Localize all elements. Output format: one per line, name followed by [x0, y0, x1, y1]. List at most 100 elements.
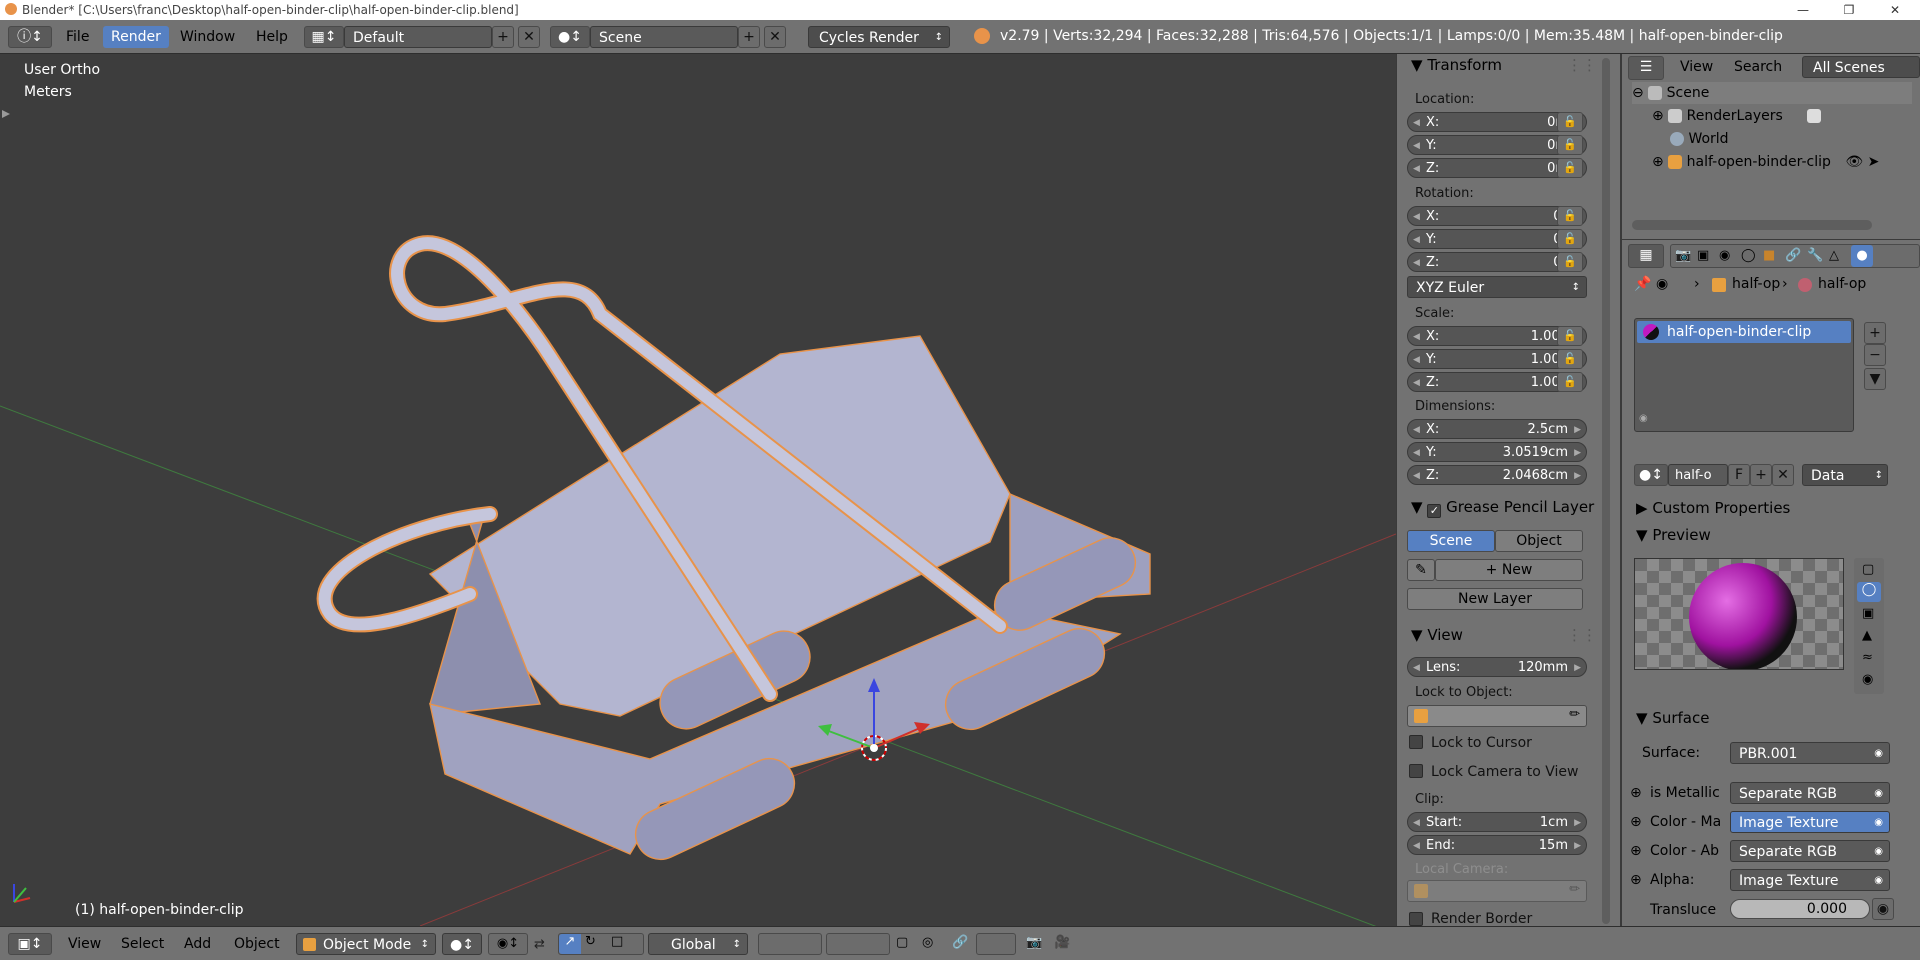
- preview-plane-icon[interactable]: ▢: [1862, 562, 1874, 577]
- scene-field[interactable]: Scene: [590, 26, 738, 48]
- input-alpha-select[interactable]: Image Texture ◉: [1730, 869, 1890, 891]
- screen-layout-icon[interactable]: ▦↕: [304, 26, 344, 48]
- translucent-link-icon[interactable]: ◉: [1872, 898, 1894, 920]
- dimensions-z-field[interactable]: ◀ Z: 2.0468cm ▶: [1407, 465, 1587, 485]
- opengl-render-icon[interactable]: 📷: [1026, 935, 1042, 950]
- pin-icon[interactable]: 📌: [1634, 276, 1651, 292]
- constraints-tab-icon[interactable]: 🔗: [1785, 248, 1801, 263]
- remove-screen-icon[interactable]: ✕: [518, 26, 540, 48]
- render-tab-icon[interactable]: 📷: [1675, 248, 1691, 263]
- add-material-slot-icon[interactable]: +: [1864, 322, 1886, 344]
- material-slot-list[interactable]: half-open-binder-clip ◉: [1634, 318, 1854, 432]
- properties-context-tabs[interactable]: 📷 ▣ ◉ ◯ ■ 🔗 🔧 △ ●: [1670, 244, 1920, 268]
- viewport-shading-select[interactable]: ●↕: [442, 933, 482, 955]
- grease-pencil-panel-header[interactable]: ▼ ✓ Grease Pencil Layer: [1411, 496, 1601, 518]
- proportional-edit-icon[interactable]: ◎: [922, 935, 933, 950]
- data-tab-icon[interactable]: △: [1829, 248, 1839, 263]
- menu-help[interactable]: Help: [248, 26, 296, 48]
- lock-object-field[interactable]: ✏: [1407, 705, 1587, 727]
- preview-sky-icon[interactable]: ◉: [1862, 672, 1873, 687]
- lock-camera-checkbox[interactable]: [1409, 764, 1423, 778]
- layer-buttons-group-1[interactable]: [758, 933, 822, 955]
- world-tab-icon[interactable]: ◯: [1741, 248, 1756, 263]
- snap-toggle-icon[interactable]: 🔗: [952, 935, 968, 950]
- remove-material-slot-icon[interactable]: −: [1864, 344, 1886, 366]
- menu-add[interactable]: Add: [176, 933, 219, 955]
- lens-field[interactable]: ◀ Lens: 120mm ▶: [1407, 657, 1587, 677]
- opengl-animation-icon[interactable]: 🎥: [1054, 935, 1070, 950]
- preview-header[interactable]: ▼ Preview: [1636, 524, 1912, 546]
- clip-start-field[interactable]: ◀ Start: 1cm ▶: [1407, 812, 1587, 832]
- visibility-eye-icon[interactable]: 👁: [1845, 154, 1863, 170]
- clip-end-field[interactable]: ◀ End: 15m ▶: [1407, 835, 1587, 855]
- lock-location-y-icon[interactable]: 🔓: [1557, 135, 1583, 155]
- toolshelf-toggle-icon[interactable]: [2, 110, 10, 118]
- grease-pencil-enable-checkbox[interactable]: ✓: [1427, 504, 1442, 518]
- gp-scene-button[interactable]: Scene: [1407, 530, 1495, 552]
- render-engine-select[interactable]: Cycles Render ↕: [808, 26, 950, 48]
- rotate-manipulator-icon[interactable]: ↻: [585, 934, 596, 949]
- preview-hair-icon[interactable]: ≈: [1862, 650, 1873, 665]
- preview-cube-icon[interactable]: ▣: [1862, 606, 1874, 621]
- menu-window[interactable]: Window: [172, 26, 243, 48]
- dimensions-x-field[interactable]: ◀ X: 2.5cm ▶: [1407, 419, 1587, 439]
- mode-select[interactable]: Object Mode ↕: [296, 933, 436, 955]
- resize-grip-icon[interactable]: ◉: [1639, 413, 1648, 424]
- remove-scene-icon[interactable]: ✕: [764, 26, 786, 48]
- editor-type-3dview-icon[interactable]: ▣↕: [8, 933, 52, 955]
- menu-select[interactable]: Select: [113, 933, 172, 955]
- material-slot-item[interactable]: half-open-binder-clip: [1637, 321, 1851, 343]
- outliner-item-renderlayers[interactable]: ⊕ RenderLayers: [1652, 105, 1912, 127]
- input-color-ab-select[interactable]: Separate RGB ◉: [1730, 840, 1890, 862]
- pivot-point-select[interactable]: ◉↕: [488, 933, 528, 955]
- browse-material-icon[interactable]: ●↕: [1634, 464, 1668, 486]
- gp-new-button[interactable]: + New: [1435, 559, 1583, 581]
- unlink-material-icon[interactable]: ✕: [1772, 464, 1794, 486]
- add-screen-icon[interactable]: +: [492, 26, 514, 48]
- preview-type-buttons[interactable]: ▢ ◯ ▣ ▲ ≈ ◉: [1854, 558, 1884, 694]
- drag-handle-icon[interactable]: ⋮⋮: [1567, 54, 1597, 76]
- lock-scale-z-icon[interactable]: 🔓: [1557, 372, 1583, 392]
- outliner-item-world[interactable]: World: [1670, 128, 1910, 150]
- fake-user-button[interactable]: F: [1728, 464, 1750, 486]
- translate-manipulator-icon[interactable]: ↗: [559, 934, 581, 954]
- manipulator-buttons[interactable]: ↗ ↻ □: [558, 933, 644, 955]
- outliner-filter-select[interactable]: All Scenes: [1802, 56, 1920, 78]
- properties-shelf-scrollbar[interactable]: [1602, 58, 1610, 924]
- surface-select[interactable]: PBR.001 ◉: [1730, 742, 1890, 764]
- preview-sphere-icon[interactable]: ◯: [1857, 582, 1881, 602]
- binder-clip-mesh[interactable]: [428, 335, 1151, 868]
- scene-tab-icon[interactable]: ◉: [1719, 248, 1730, 263]
- menu-file[interactable]: File: [58, 26, 97, 48]
- new-material-icon[interactable]: +: [1750, 464, 1772, 486]
- material-tab-icon[interactable]: ●: [1851, 245, 1873, 267]
- preview-monkey-icon[interactable]: ▲: [1862, 628, 1872, 643]
- dimensions-y-field[interactable]: ◀ Y: 3.0519cm ▶: [1407, 442, 1587, 462]
- object-tab-icon[interactable]: ■: [1763, 248, 1775, 263]
- render-layer-icon[interactable]: [1807, 109, 1822, 123]
- 3d-viewport[interactable]: User Ortho Meters (1) half-open-binder-c…: [0, 54, 1396, 926]
- input-color-ma-select[interactable]: Image Texture ◉: [1730, 811, 1890, 833]
- breadcrumb-object[interactable]: half-op: [1732, 276, 1780, 292]
- link-icon[interactable]: ⊕: [1630, 811, 1642, 833]
- transform-panel-header[interactable]: ▼ Transform ⋮⋮: [1411, 54, 1601, 76]
- manipulator-toggle-icon[interactable]: ⇄: [534, 937, 545, 952]
- drag-handle-icon[interactable]: ⋮⋮: [1567, 624, 1597, 646]
- scene-icon[interactable]: ●↕: [550, 26, 590, 48]
- outliner-editor-type-icon[interactable]: ☰: [1628, 56, 1664, 80]
- menu-object[interactable]: Object: [226, 933, 288, 955]
- material-specials-icon[interactable]: ▼: [1864, 368, 1886, 390]
- lock-scale-x-icon[interactable]: 🔓: [1557, 326, 1583, 346]
- eyedropper-icon[interactable]: ✏: [1569, 707, 1580, 722]
- snap-element-select[interactable]: [976, 933, 1016, 955]
- lock-to-cursor-checkbox[interactable]: [1409, 735, 1423, 749]
- link-icon[interactable]: ⊕: [1630, 782, 1642, 804]
- gp-new-layer-button[interactable]: New Layer: [1407, 588, 1583, 610]
- material-name-field[interactable]: half-o: [1668, 464, 1728, 486]
- collapse-icon[interactable]: ⊖: [1632, 85, 1644, 101]
- rotation-mode-select[interactable]: XYZ Euler ↕: [1407, 276, 1587, 298]
- local-camera-field[interactable]: ✏: [1407, 880, 1587, 902]
- custom-properties-header[interactable]: ▶ Custom Properties: [1636, 497, 1912, 519]
- view-panel-header[interactable]: ▼ View ⋮⋮: [1411, 624, 1601, 646]
- add-scene-icon[interactable]: +: [738, 26, 760, 48]
